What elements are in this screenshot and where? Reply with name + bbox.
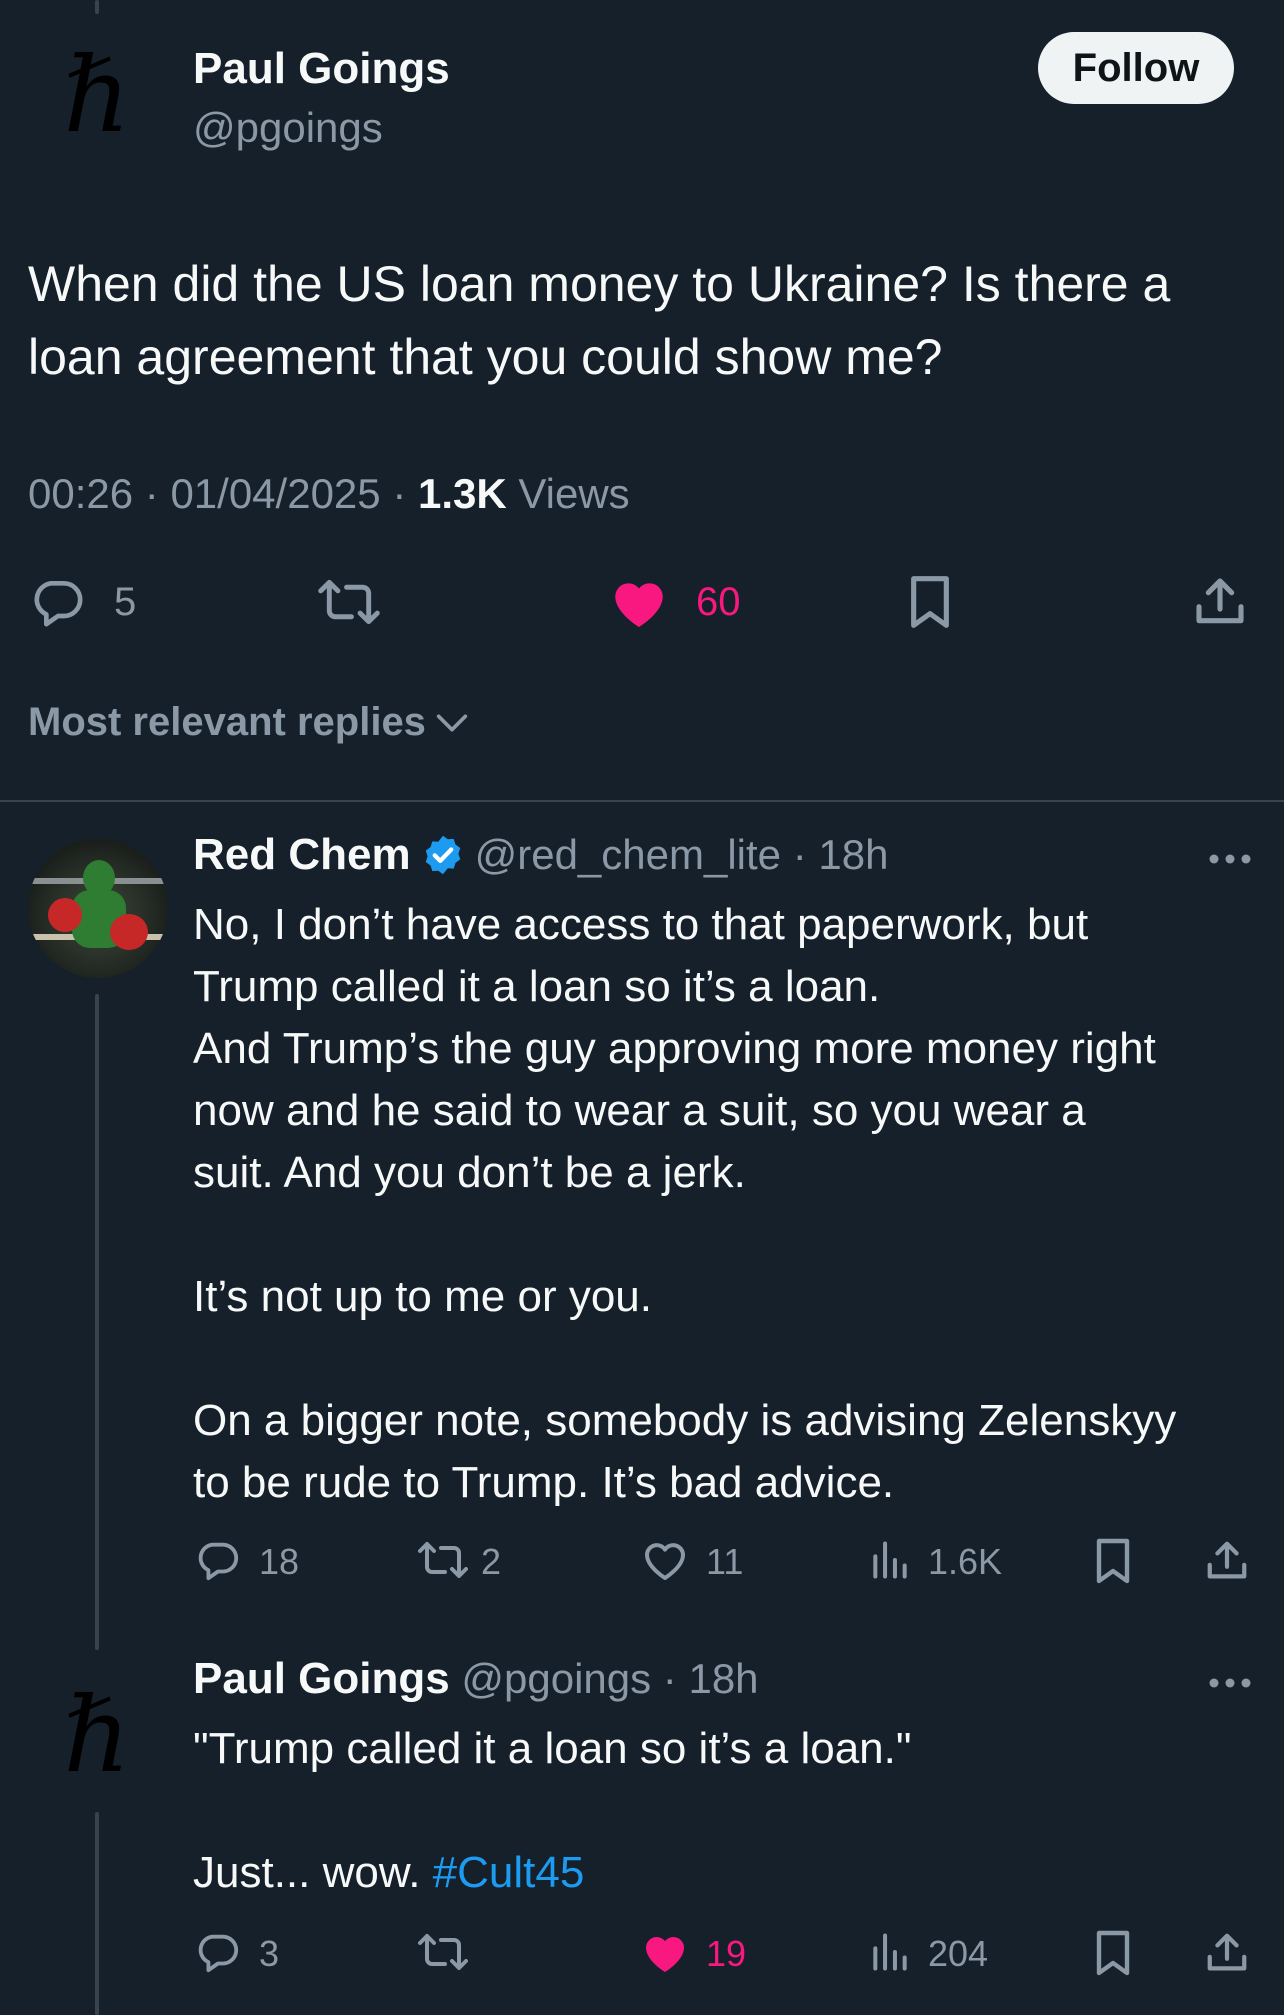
- thread-line-top: [95, 0, 99, 14]
- views-count: 1.3K: [417, 470, 507, 517]
- text-span: Just... wow.: [193, 1848, 433, 1897]
- tweet-date[interactable]: 01/04/2025: [170, 470, 380, 517]
- reply-icon: [198, 1542, 239, 1581]
- more-options-button[interactable]: [1204, 844, 1256, 874]
- text-line: to be rude to Trump. It’s bad advice.: [193, 1458, 895, 1507]
- reply-button[interactable]: [193, 1536, 243, 1584]
- retweet-icon: [318, 579, 380, 625]
- text-line: No, I don’t have access to that paperwor…: [193, 900, 1089, 949]
- retweet-icon: [418, 1934, 468, 1970]
- views-icon: [873, 1541, 907, 1579]
- text-line: And Trump’s the guy approving more money…: [193, 1024, 1156, 1073]
- avatar-glyph: ℏ: [63, 1674, 131, 1796]
- author-name[interactable]: Paul Goings: [193, 44, 450, 94]
- tweet-meta: 00:26 · 01/04/2025 · 1.3K Views: [28, 470, 630, 517]
- reply-button[interactable]: [28, 572, 88, 632]
- text-line: Just... wow. #Cult45: [193, 1842, 1273, 1904]
- more-icon: [1209, 854, 1251, 864]
- thread-line: [95, 994, 99, 1650]
- author-handle[interactable]: @pgoings: [461, 1655, 651, 1703]
- reply1-avatar[interactable]: [28, 838, 168, 978]
- thread-line: [95, 1812, 99, 2015]
- text-line: [193, 1204, 1273, 1266]
- like-button[interactable]: [640, 1536, 690, 1584]
- author-handle[interactable]: @red_chem_lite: [475, 831, 781, 879]
- text-line: suit. And you don’t be a jerk.: [193, 1148, 746, 1197]
- retweet-button[interactable]: [416, 1928, 470, 1976]
- share-icon: [1207, 1541, 1247, 1579]
- bookmark-icon: [1096, 1930, 1130, 1976]
- share-button[interactable]: [1202, 1928, 1252, 1978]
- bookmark-button[interactable]: [900, 572, 960, 632]
- share-button[interactable]: [1190, 572, 1250, 632]
- avatar-glove: [48, 898, 82, 932]
- retweet-count: 2: [481, 1541, 502, 1582]
- sort-replies-button[interactable]: Most relevant replies: [28, 700, 472, 745]
- author-name[interactable]: Red Chem: [193, 830, 411, 880]
- avatar-glove: [110, 914, 148, 950]
- reply-button[interactable]: [193, 1928, 243, 1976]
- heart-icon: [645, 1543, 685, 1580]
- chevron-down-icon: [436, 714, 468, 731]
- verified-icon: [425, 835, 460, 875]
- avatar-glyph: ℏ: [63, 34, 131, 156]
- reply-text: "Trump called it a loan so it’s a loan."…: [193, 1718, 1273, 1904]
- reply-icon: [34, 581, 83, 627]
- reply2-header: Paul Goings @pgoings · 18h: [193, 1654, 759, 1704]
- bookmark-icon: [911, 576, 949, 628]
- text-line: "Trump called it a loan so it’s a loan.": [193, 1724, 912, 1773]
- view-count: 204: [928, 1933, 989, 1974]
- avatar[interactable]: ℏ: [42, 40, 152, 150]
- tweet-text: When did the US loan money to Ukraine? I…: [28, 256, 1185, 385]
- bookmark-icon: [1096, 1538, 1130, 1584]
- like-button[interactable]: [608, 572, 670, 632]
- reply-count: 5: [114, 580, 137, 624]
- bookmark-button[interactable]: [1088, 1536, 1138, 1586]
- text-line: On a bigger note, somebody is advising Z…: [193, 1396, 1177, 1445]
- share-icon: [1196, 578, 1244, 624]
- hashtag-link[interactable]: #Cult45: [433, 1848, 585, 1897]
- text-line: [193, 1328, 1273, 1390]
- reply-icon: [198, 1934, 239, 1973]
- retweet-button[interactable]: [416, 1536, 470, 1584]
- views-icon: [873, 1933, 907, 1971]
- like-count: 19: [706, 1933, 747, 1974]
- heart-icon: [646, 1937, 684, 1972]
- reply-time[interactable]: 18h: [818, 831, 888, 879]
- reply-count: 18: [259, 1541, 300, 1582]
- reply-count: 3: [259, 1933, 280, 1974]
- views-label: Views: [518, 470, 630, 517]
- heart-icon: [615, 583, 663, 627]
- bookmark-button[interactable]: [1088, 1928, 1138, 1978]
- sort-label: Most relevant replies: [28, 700, 426, 744]
- more-options-button[interactable]: [1204, 1668, 1256, 1698]
- view-count: 1.6K: [928, 1541, 1003, 1582]
- text-line: It’s not up to me or you.: [193, 1272, 652, 1321]
- like-button[interactable]: [640, 1928, 690, 1976]
- like-count: 11: [706, 1541, 744, 1582]
- author-name[interactable]: Paul Goings: [193, 1654, 450, 1704]
- author-handle[interactable]: @pgoings: [193, 104, 383, 152]
- tweet-time[interactable]: 00:26: [28, 470, 133, 517]
- views-button[interactable]: [866, 1928, 914, 1976]
- text-line: now and he said to wear a suit, so you w…: [193, 1086, 1086, 1135]
- avatar[interactable]: ℏ: [42, 1680, 152, 1790]
- reply-text: No, I don’t have access to that paperwor…: [193, 894, 1273, 1514]
- follow-button[interactable]: Follow: [1038, 32, 1234, 104]
- reply1-header: Red Chem @red_chem_lite · 18h: [193, 830, 889, 880]
- retweet-icon: [418, 1542, 468, 1578]
- more-icon: [1209, 1678, 1251, 1688]
- like-count: 60: [696, 580, 741, 624]
- divider: [0, 800, 1284, 802]
- retweet-button[interactable]: [316, 572, 382, 632]
- reply-time[interactable]: 18h: [688, 1655, 758, 1703]
- views-button[interactable]: [866, 1536, 914, 1584]
- share-icon: [1207, 1933, 1247, 1971]
- share-button[interactable]: [1202, 1536, 1252, 1586]
- text-line: Trump called it a loan so it’s a loan.: [193, 962, 881, 1011]
